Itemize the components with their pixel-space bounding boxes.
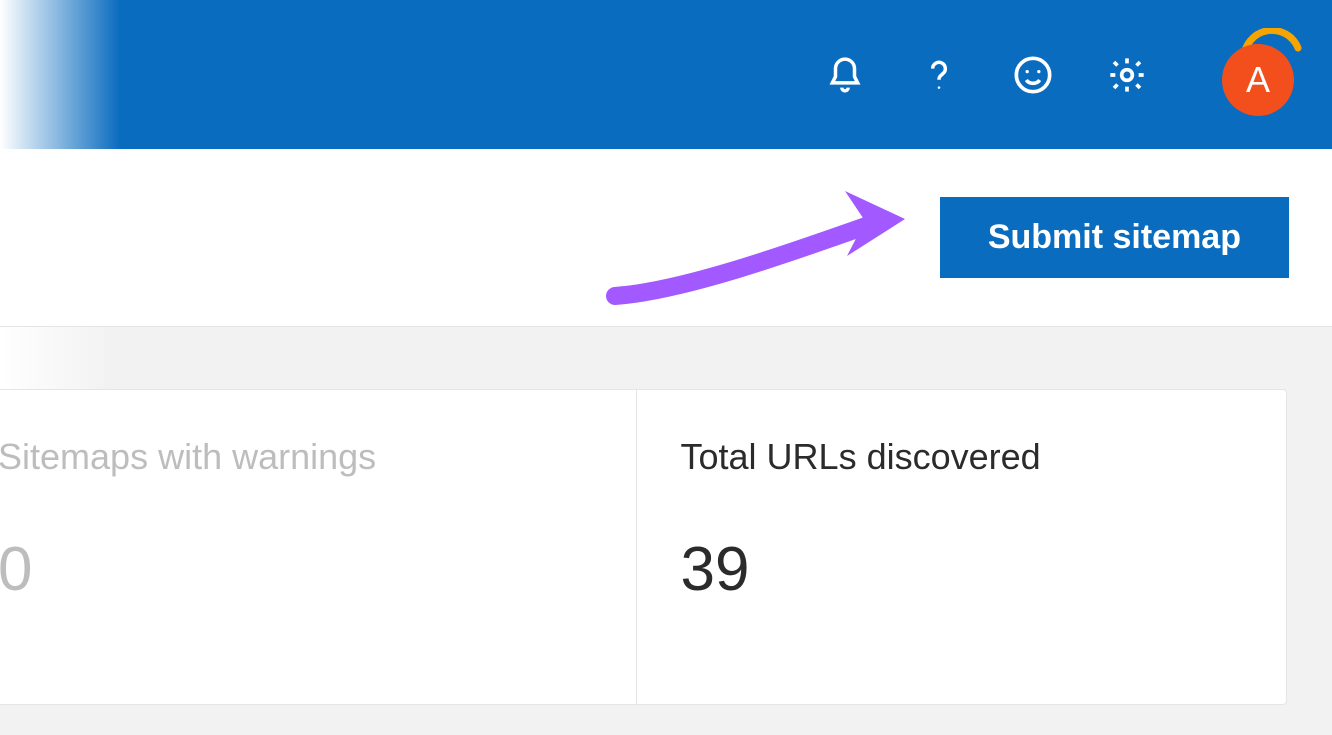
card-value: 39	[681, 534, 1243, 605]
avatar-initial: A	[1246, 59, 1270, 101]
card-sitemaps-warnings: Sitemaps with warnings 0	[0, 390, 636, 704]
avatar[interactable]: A	[1222, 44, 1294, 116]
submit-sitemap-label: Submit sitemap	[988, 218, 1241, 256]
submit-sitemap-button[interactable]: Submit sitemap	[940, 197, 1289, 278]
avatar-container: A	[1220, 34, 1302, 116]
card-value: 0	[0, 534, 592, 605]
card-total-urls: Total URLs discovered 39	[636, 390, 1287, 704]
smiley-icon[interactable]	[1012, 54, 1054, 96]
help-icon[interactable]	[918, 54, 960, 96]
action-bar: Submit sitemap	[0, 149, 1332, 327]
annotation-arrow-icon	[595, 171, 915, 311]
gear-icon[interactable]	[1106, 54, 1148, 96]
stats-panel: Sitemaps with warnings 0 Total URLs disc…	[0, 327, 1332, 735]
card-label: Total URLs discovered	[681, 436, 1243, 478]
header-icons: A	[824, 34, 1302, 116]
top-header: A	[0, 0, 1332, 149]
bell-icon[interactable]	[824, 54, 866, 96]
card-label: Sitemaps with warnings	[0, 436, 592, 478]
stats-cards: Sitemaps with warnings 0 Total URLs disc…	[0, 389, 1287, 705]
